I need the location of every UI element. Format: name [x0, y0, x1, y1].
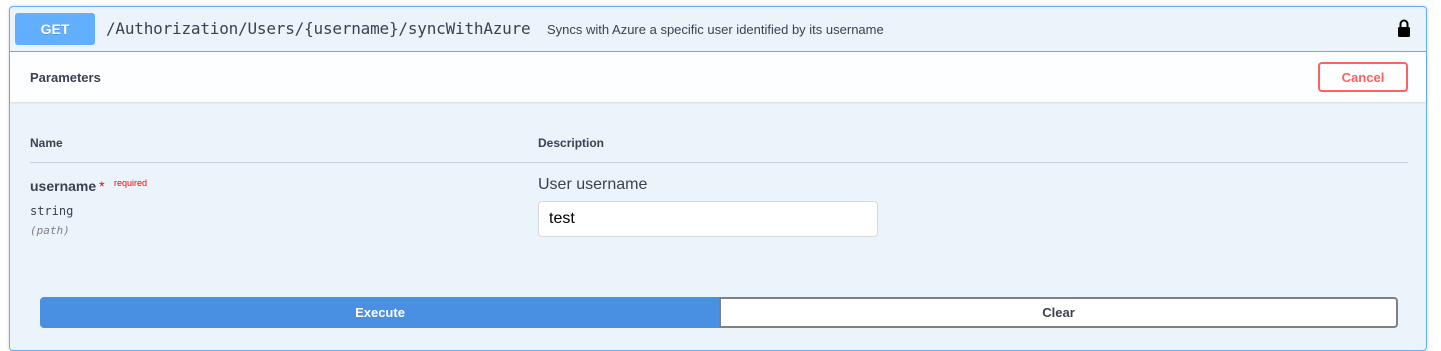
parameter-location: (path)	[30, 224, 70, 237]
parameters-title: Parameters	[30, 70, 101, 85]
clear-button[interactable]: Clear	[719, 297, 1398, 328]
operation-summary[interactable]: GET /Authorization/Users/{username}/sync…	[10, 7, 1426, 52]
http-method-badge: GET	[15, 13, 95, 45]
execute-button[interactable]: Execute	[40, 297, 720, 328]
operation-path: /Authorization/Users/{username}/syncWith…	[106, 19, 531, 38]
parameter-name-text: username	[30, 178, 97, 194]
parameter-name: username *	[30, 178, 105, 194]
username-input[interactable]	[538, 201, 878, 237]
required-star: *	[99, 178, 105, 194]
operation-summary-text: Syncs with Azure a specific user identif…	[547, 22, 884, 37]
parameters-header: Parameters Cancel	[10, 52, 1426, 102]
parameter-type: string	[30, 204, 74, 218]
operation-block: GET /Authorization/Users/{username}/sync…	[9, 6, 1427, 351]
lock-icon[interactable]	[1397, 18, 1411, 38]
column-header-name: Name	[30, 136, 63, 150]
cancel-button[interactable]: Cancel	[1318, 62, 1408, 92]
column-header-description: Description	[538, 136, 605, 150]
parameter-description: User username	[538, 176, 648, 193]
execute-wrapper: Execute Clear	[40, 297, 1398, 328]
header-divider	[30, 162, 1408, 163]
required-label: required	[114, 178, 148, 188]
